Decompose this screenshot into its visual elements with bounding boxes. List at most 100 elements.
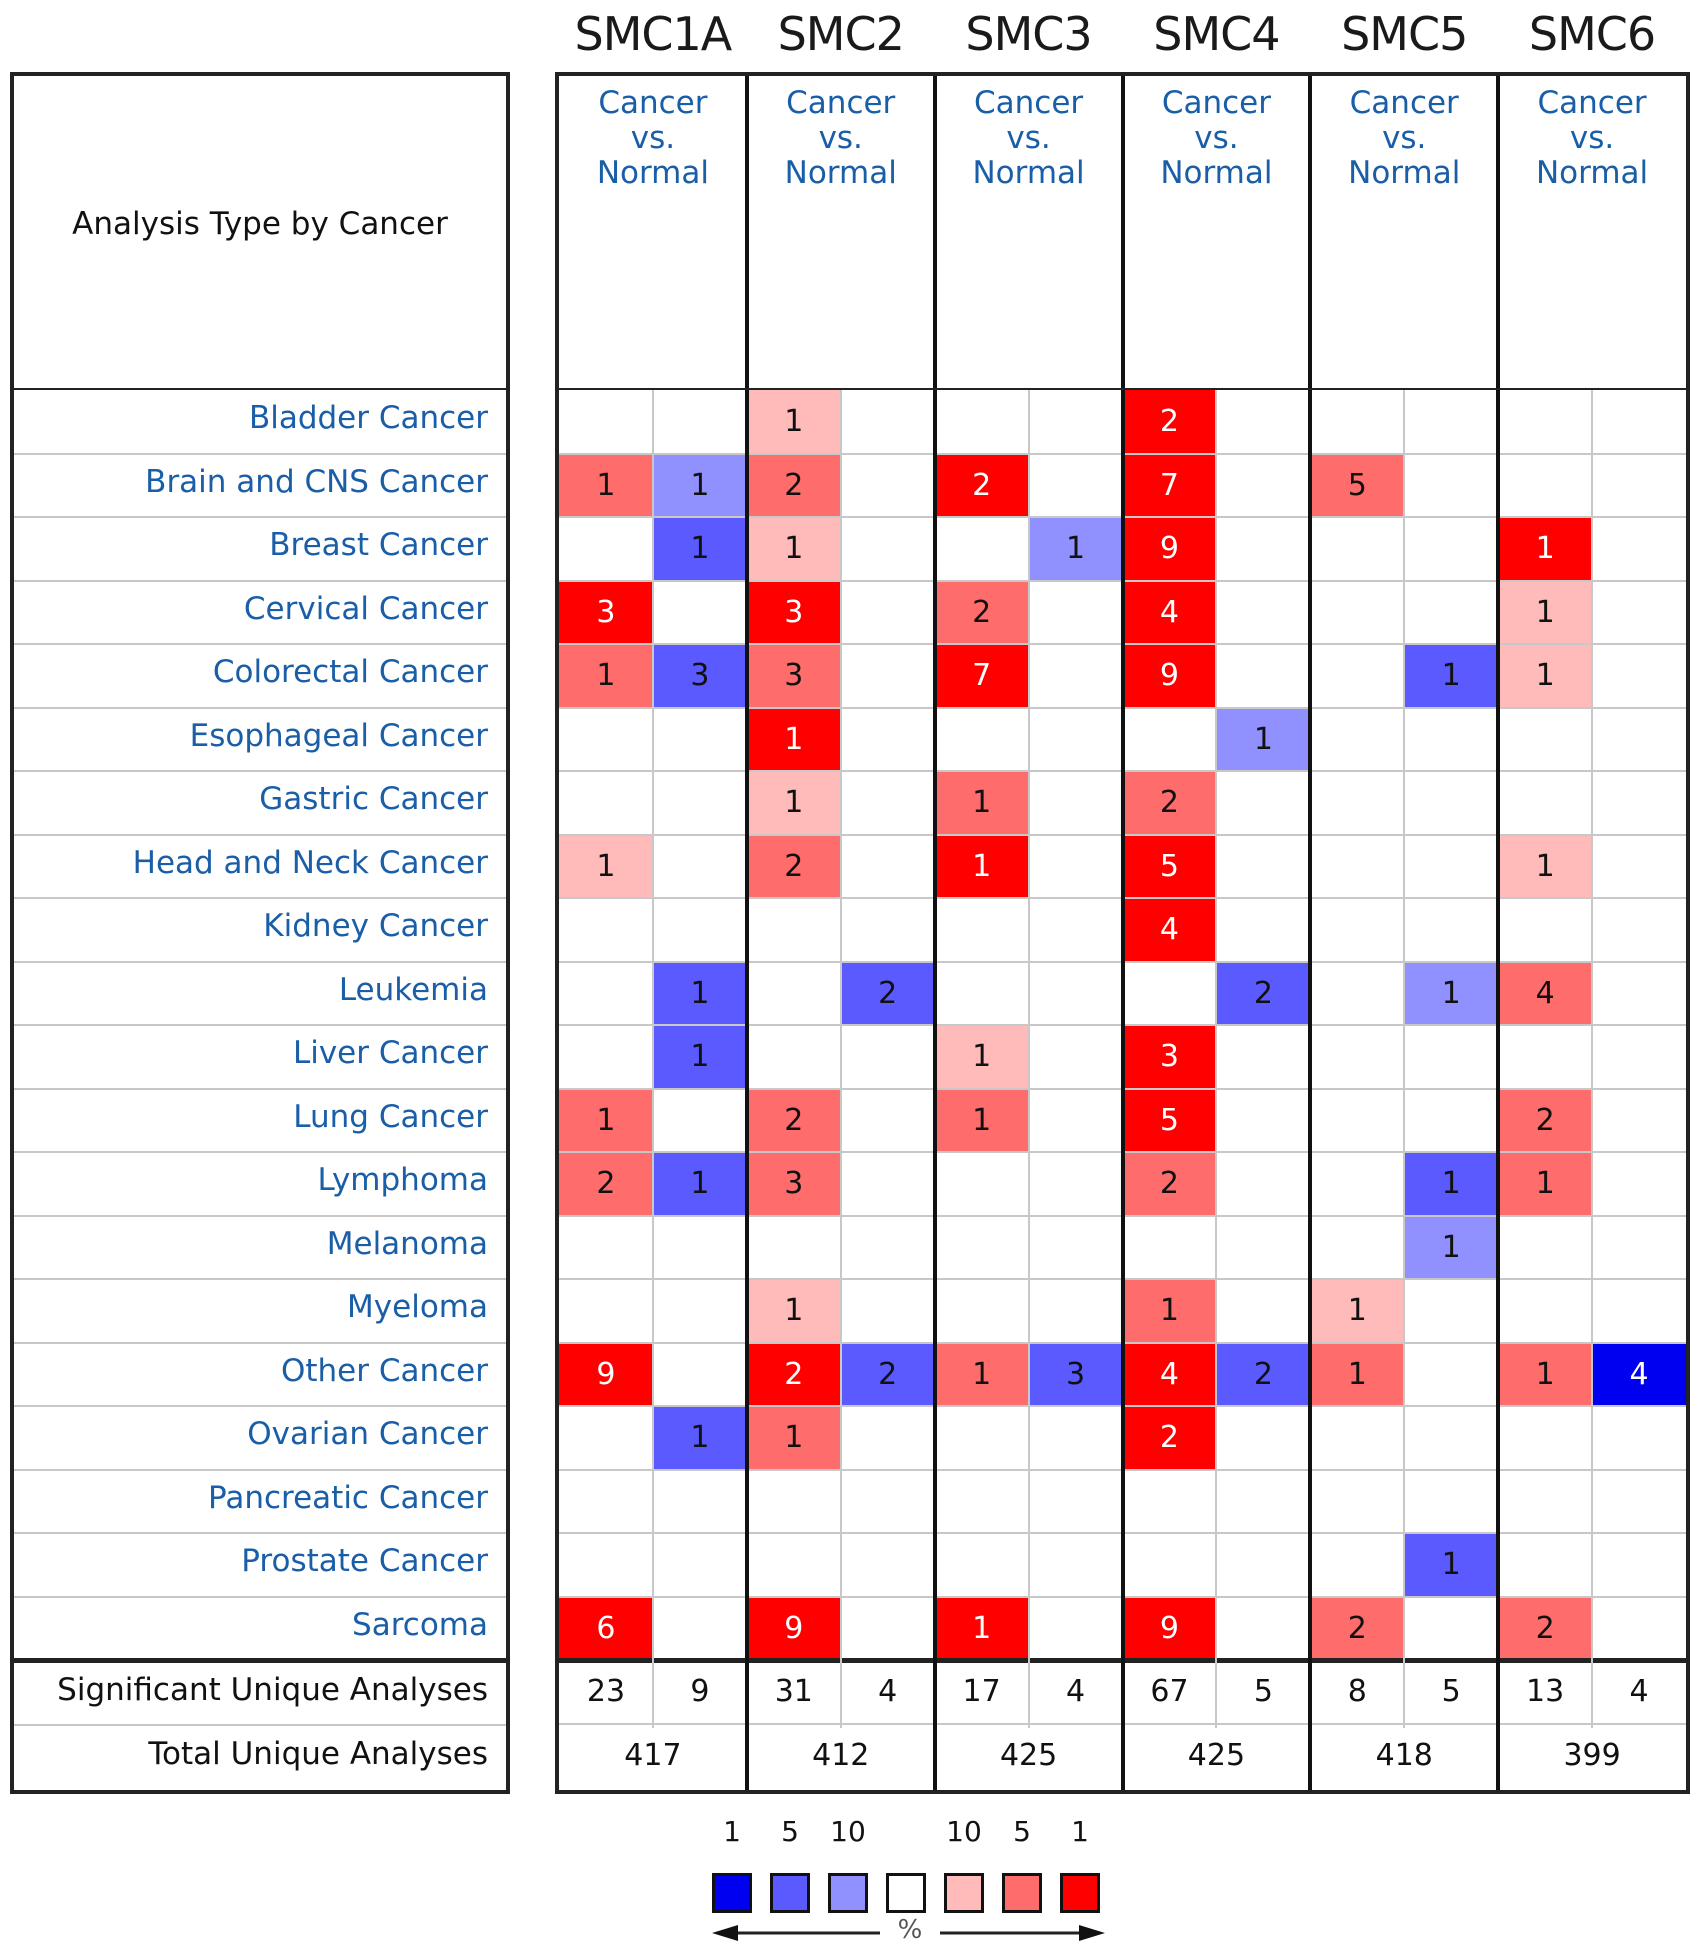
heatmap-cell-up[interactable]: 1: [1498, 1342, 1593, 1406]
column-subheader-link[interactable]: Cancer vs. Normal: [1310, 86, 1498, 191]
row-label-link[interactable]: Gastric Cancer: [14, 781, 488, 817]
heatmap-cell-up[interactable]: 1: [1498, 1152, 1593, 1216]
heatmap-cell-down[interactable]: 3: [652, 644, 747, 708]
heatmap-cell-up[interactable]: 1: [934, 1342, 1029, 1406]
column-subheader-link[interactable]: Cancer vs. Normal: [1498, 86, 1686, 191]
heatmap-cell-down[interactable]: 1: [652, 1152, 747, 1216]
heatmap-cell-up[interactable]: 1: [559, 644, 653, 708]
heatmap-cell-up[interactable]: 2: [559, 1152, 653, 1216]
heatmap-cell-down[interactable]: 1: [1404, 644, 1499, 708]
heatmap-cell-up[interactable]: 4: [1122, 580, 1217, 644]
heatmap-cell-up[interactable]: 5: [1122, 1088, 1217, 1152]
heatmap-cell-up[interactable]: 1: [1310, 1342, 1405, 1406]
row-label-link[interactable]: Lymphoma: [14, 1162, 488, 1198]
heatmap-cell-up[interactable]: 2: [1310, 1596, 1405, 1660]
heatmap-cell-up[interactable]: 5: [1310, 453, 1405, 517]
heatmap-cell-up[interactable]: 1: [934, 1025, 1029, 1089]
heatmap-cell-down[interactable]: 1: [1028, 517, 1123, 581]
row-label-link[interactable]: Liver Cancer: [14, 1035, 488, 1071]
heatmap-cell-up[interactable]: 1: [746, 771, 841, 835]
row-label-link[interactable]: Head and Neck Cancer: [14, 845, 488, 881]
column-subheader-link[interactable]: Cancer vs. Normal: [559, 86, 747, 191]
row-label-link[interactable]: Leukemia: [14, 972, 488, 1008]
heatmap-cell-down[interactable]: 1: [1404, 1533, 1499, 1597]
row-label-link[interactable]: Colorectal Cancer: [14, 654, 488, 690]
heatmap-cell-down[interactable]: 2: [840, 1342, 935, 1406]
heatmap-cell-down[interactable]: 1: [652, 517, 747, 581]
heatmap-cell-up[interactable]: 1: [1498, 580, 1593, 644]
row-label-link[interactable]: Kidney Cancer: [14, 908, 488, 944]
heatmap-cell-up[interactable]: 4: [1122, 898, 1217, 962]
heatmap-cell-down[interactable]: 4: [1592, 1342, 1686, 1406]
row-label-link[interactable]: Brain and CNS Cancer: [14, 464, 488, 500]
heatmap-cell-up[interactable]: 1: [1310, 1279, 1405, 1343]
heatmap-cell-up[interactable]: 9: [559, 1342, 653, 1406]
heatmap-cell-up[interactable]: 3: [746, 1152, 841, 1216]
row-label-link[interactable]: Prostate Cancer: [14, 1543, 488, 1579]
heatmap-cell-up[interactable]: 3: [746, 580, 841, 644]
heatmap-cell-up[interactable]: 3: [746, 644, 841, 708]
heatmap-cell-up[interactable]: 9: [746, 1596, 841, 1660]
heatmap-cell-down[interactable]: 2: [1216, 1342, 1311, 1406]
heatmap-cell-up[interactable]: 2: [1498, 1088, 1593, 1152]
heatmap-cell-up[interactable]: 2: [1122, 1152, 1217, 1216]
heatmap-cell-up[interactable]: 7: [1122, 453, 1217, 517]
heatmap-cell-up[interactable]: 2: [934, 580, 1029, 644]
heatmap-cell-up[interactable]: 2: [746, 453, 841, 517]
heatmap-cell-up[interactable]: 1: [746, 1279, 841, 1343]
heatmap-cell-up[interactable]: 9: [1122, 644, 1217, 708]
row-label-link[interactable]: Bladder Cancer: [14, 400, 488, 436]
heatmap-cell-down[interactable]: 3: [1028, 1342, 1123, 1406]
heatmap-cell-up[interactable]: 1: [934, 834, 1029, 898]
column-subheader-link[interactable]: Cancer vs. Normal: [935, 86, 1123, 191]
heatmap-cell-up[interactable]: 2: [746, 1088, 841, 1152]
heatmap-cell-down[interactable]: 1: [652, 453, 747, 517]
row-label-link[interactable]: Lung Cancer: [14, 1099, 488, 1135]
heatmap-cell-up[interactable]: 2: [746, 834, 841, 898]
heatmap-cell-up[interactable]: 2: [1122, 771, 1217, 835]
row-label-link[interactable]: Melanoma: [14, 1226, 488, 1262]
heatmap-cell-up[interactable]: 1: [746, 707, 841, 771]
row-label-link[interactable]: Sarcoma: [14, 1607, 488, 1643]
heatmap-cell-up[interactable]: 5: [1122, 834, 1217, 898]
heatmap-cell-down[interactable]: 1: [1404, 1215, 1499, 1279]
heatmap-cell-down[interactable]: 1: [1404, 1152, 1499, 1216]
heatmap-cell-down[interactable]: 1: [1404, 961, 1499, 1025]
heatmap-cell-up[interactable]: 1: [559, 1088, 653, 1152]
row-label-link[interactable]: Pancreatic Cancer: [14, 1480, 488, 1516]
row-label-link[interactable]: Breast Cancer: [14, 527, 488, 563]
row-label-link[interactable]: Other Cancer: [14, 1353, 488, 1389]
row-label-link[interactable]: Esophageal Cancer: [14, 718, 488, 754]
heatmap-cell-up[interactable]: 1: [746, 1406, 841, 1470]
heatmap-cell-up[interactable]: 4: [1122, 1342, 1217, 1406]
heatmap-cell-up[interactable]: 1: [559, 834, 653, 898]
column-subheader-link[interactable]: Cancer vs. Normal: [747, 86, 935, 191]
heatmap-cell-up[interactable]: 2: [1122, 1406, 1217, 1470]
heatmap-cell-up[interactable]: 9: [1122, 1596, 1217, 1660]
heatmap-cell-up[interactable]: 1: [934, 1088, 1029, 1152]
heatmap-cell-up[interactable]: 1: [746, 390, 841, 454]
heatmap-cell-up[interactable]: 7: [934, 644, 1029, 708]
heatmap-cell-up[interactable]: 3: [1122, 1025, 1217, 1089]
row-label-link[interactable]: Myeloma: [14, 1289, 488, 1325]
heatmap-cell-down[interactable]: 2: [1216, 961, 1311, 1025]
heatmap-cell-up[interactable]: 1: [1498, 834, 1593, 898]
heatmap-cell-up[interactable]: 6: [559, 1596, 653, 1660]
row-label-link[interactable]: Ovarian Cancer: [14, 1416, 488, 1452]
column-subheader-link[interactable]: Cancer vs. Normal: [1123, 86, 1311, 191]
heatmap-cell-up[interactable]: 3: [559, 580, 653, 644]
heatmap-cell-up[interactable]: 1: [559, 453, 653, 517]
heatmap-cell-down[interactable]: 1: [652, 961, 747, 1025]
heatmap-cell-up[interactable]: 1: [934, 1596, 1029, 1660]
heatmap-cell-up[interactable]: 1: [746, 517, 841, 581]
heatmap-cell-up[interactable]: 2: [1498, 1596, 1593, 1660]
row-label-link[interactable]: Cervical Cancer: [14, 591, 488, 627]
heatmap-cell-down[interactable]: 1: [652, 1025, 747, 1089]
heatmap-cell-down[interactable]: 2: [840, 961, 935, 1025]
heatmap-cell-up[interactable]: 1: [1498, 644, 1593, 708]
heatmap-cell-up[interactable]: 2: [934, 453, 1029, 517]
heatmap-cell-up[interactable]: 2: [746, 1342, 841, 1406]
heatmap-cell-up[interactable]: 1: [934, 771, 1029, 835]
heatmap-cell-up[interactable]: 2: [1122, 390, 1217, 454]
heatmap-cell-down[interactable]: 1: [1216, 707, 1311, 771]
